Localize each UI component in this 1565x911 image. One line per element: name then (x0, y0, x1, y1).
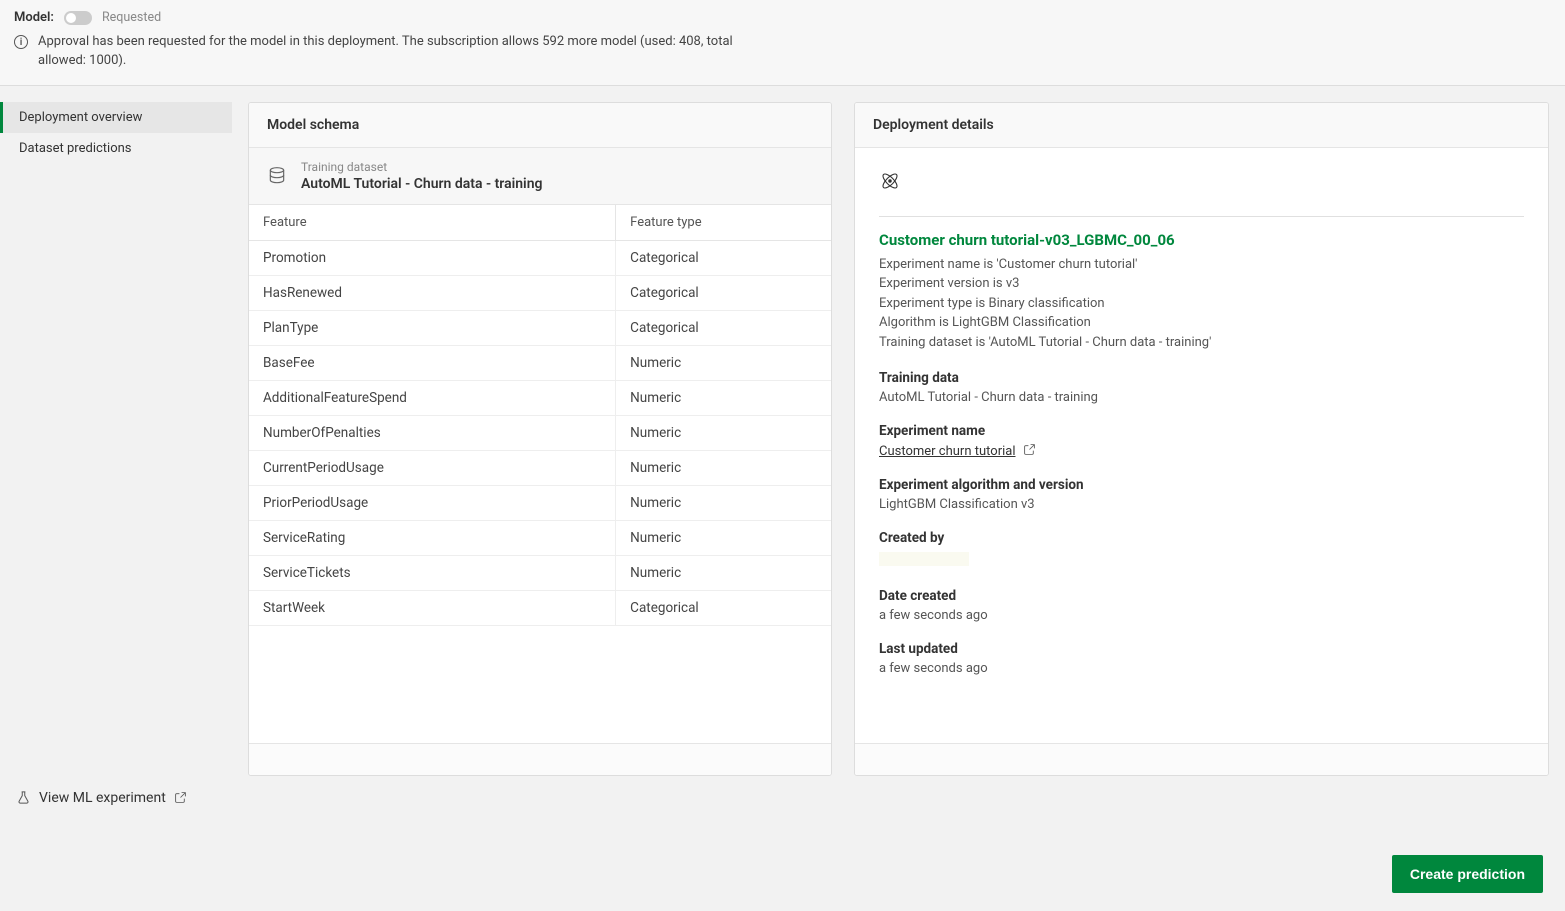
training-data-heading: Training data (879, 370, 1524, 386)
feature-cell: AdditionalFeatureSpend (249, 380, 616, 415)
type-cell: Numeric (616, 380, 831, 415)
database-icon (267, 166, 287, 186)
date-created-value: a few seconds ago (879, 608, 1524, 623)
model-schema-panel: Model schema Training dataset AutoML Tut… (248, 102, 832, 776)
sidebar-item-label: Deployment overview (19, 110, 142, 125)
info-icon: i (14, 35, 28, 49)
table-row[interactable]: NumberOfPenaltiesNumeric (249, 415, 831, 450)
type-cell: Categorical (616, 590, 831, 625)
flask-icon (16, 790, 31, 805)
panel-title: Deployment details (855, 103, 1548, 148)
col-type[interactable]: Feature type (616, 205, 831, 241)
topbar: Model: Requested i Approval has been req… (0, 0, 1565, 86)
table-row[interactable]: PlanTypeCategorical (249, 310, 831, 345)
sidebar-item-dataset-predictions[interactable]: Dataset predictions (0, 133, 232, 164)
feature-cell: ServiceRating (249, 520, 616, 555)
feature-cell: ServiceTickets (249, 555, 616, 590)
sidebar: Deployment overview Dataset predictions … (0, 86, 232, 786)
table-row[interactable]: PriorPeriodUsageNumeric (249, 485, 831, 520)
dataset-name: AutoML Tutorial - Churn data - training (301, 176, 542, 192)
view-ml-experiment-link[interactable]: View ML experiment (16, 790, 187, 806)
created-by-heading: Created by (879, 530, 1524, 546)
atom-icon (879, 170, 901, 192)
model-toggle[interactable] (64, 11, 92, 25)
table-row[interactable]: HasRenewedCategorical (249, 275, 831, 310)
type-cell: Numeric (616, 555, 831, 590)
table-row[interactable]: ServiceTicketsNumeric (249, 555, 831, 590)
meta-line: Algorithm is LightGBM Classification (879, 313, 1524, 333)
experiment-name-heading: Experiment name (879, 423, 1524, 439)
panel-footer (249, 743, 831, 775)
model-title-link[interactable]: Customer churn tutorial-v03_LGBMC_00_06 (879, 231, 1175, 249)
deployment-details-panel: Deployment details Customer churn tutori… (854, 102, 1549, 776)
feature-cell: Promotion (249, 240, 616, 275)
table-row[interactable]: AdditionalFeatureSpendNumeric (249, 380, 831, 415)
experiment-name-link[interactable]: Customer churn tutorial (879, 444, 1016, 459)
external-link-icon (174, 791, 187, 804)
view-ml-label: View ML experiment (39, 790, 166, 806)
training-dataset-band: Training dataset AutoML Tutorial - Churn… (249, 148, 831, 205)
meta-line: Experiment type is Binary classification (879, 294, 1524, 314)
feature-cell: BaseFee (249, 345, 616, 380)
model-label: Model: (14, 10, 54, 25)
divider (879, 216, 1524, 217)
type-cell: Numeric (616, 520, 831, 555)
table-row[interactable]: ServiceRatingNumeric (249, 520, 831, 555)
table-row[interactable]: PromotionCategorical (249, 240, 831, 275)
created-by-value (879, 552, 969, 566)
dataset-label: Training dataset (301, 160, 542, 174)
approval-message: Approval has been requested for the mode… (38, 33, 738, 71)
meta-line: Experiment version is v3 (879, 274, 1524, 294)
type-cell: Categorical (616, 275, 831, 310)
create-prediction-button[interactable]: Create prediction (1392, 855, 1543, 893)
schema-table: Feature Feature type PromotionCategorica… (249, 205, 831, 626)
algo-heading: Experiment algorithm and version (879, 477, 1524, 493)
panel-title: Model schema (249, 103, 831, 148)
type-cell: Categorical (616, 310, 831, 345)
last-updated-value: a few seconds ago (879, 661, 1524, 676)
training-data-value: AutoML Tutorial - Churn data - training (879, 390, 1524, 405)
panel-footer (855, 743, 1548, 775)
type-cell: Numeric (616, 345, 831, 380)
feature-cell: PlanType (249, 310, 616, 345)
meta-line: Experiment name is 'Customer churn tutor… (879, 255, 1524, 275)
external-link-icon (1023, 443, 1036, 456)
col-feature[interactable]: Feature (249, 205, 616, 241)
type-cell: Numeric (616, 415, 831, 450)
last-updated-heading: Last updated (879, 641, 1524, 657)
feature-cell: HasRenewed (249, 275, 616, 310)
type-cell: Numeric (616, 450, 831, 485)
type-cell: Numeric (616, 485, 831, 520)
feature-cell: NumberOfPenalties (249, 415, 616, 450)
feature-cell: CurrentPeriodUsage (249, 450, 616, 485)
type-cell: Categorical (616, 240, 831, 275)
table-row[interactable]: BaseFeeNumeric (249, 345, 831, 380)
feature-cell: StartWeek (249, 590, 616, 625)
table-row[interactable]: StartWeekCategorical (249, 590, 831, 625)
feature-cell: PriorPeriodUsage (249, 485, 616, 520)
sidebar-item-label: Dataset predictions (19, 141, 132, 156)
meta-line: Training dataset is 'AutoML Tutorial - C… (879, 333, 1524, 353)
algo-value: LightGBM Classification v3 (879, 497, 1524, 512)
table-row[interactable]: CurrentPeriodUsageNumeric (249, 450, 831, 485)
model-status: Requested (102, 10, 161, 25)
date-created-heading: Date created (879, 588, 1524, 604)
sidebar-item-deployment-overview[interactable]: Deployment overview (0, 102, 232, 133)
